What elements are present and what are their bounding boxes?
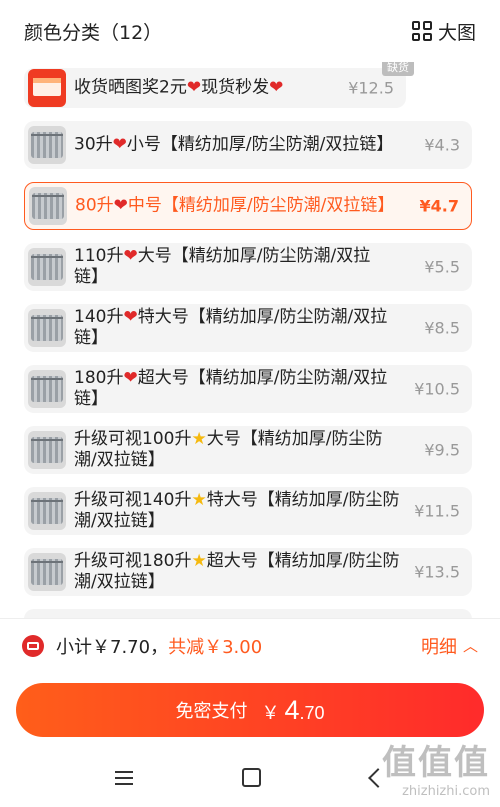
sku-option-30l[interactable]: 30升❤小号【精纺加厚/防尘防潮/双拉链】 ¥4.3 [24,121,472,169]
product-thumbnail [28,126,66,164]
menu-icon[interactable] [114,770,133,785]
sku-option-price: ¥13.5 [414,562,460,582]
checkout-bar: 小计￥7.70，共减￥3.00 明细 ︿ 免密支付 ￥ 4.70 值值值 zhi… [0,618,500,807]
pay-amount: ￥ 4.70 [261,695,324,726]
watermark-logo: 值值值 [382,743,490,783]
sku-option-visible-140l[interactable]: 升级可视140升★特大号【精纺加厚/防尘防潮/双拉链】 ¥11.5 [24,487,472,535]
sku-option-label: 30升❤小号【精纺加厚/防尘防潮/双拉链】 [74,134,394,155]
sku-option-visible-100l[interactable]: 升级可视100升★大号【精纺加厚/防尘防潮/双拉链】 ¥9.5 [24,426,472,474]
home-icon[interactable] [242,768,262,787]
sku-option-180l[interactable]: 180升❤超大号【精纺加厚/防尘防潮/双拉链】 ¥10.5 [24,365,472,413]
product-thumbnail [28,248,66,286]
sku-option-list[interactable]: 收货晒图奖2元❤现货秒发❤ ¥12.5 缺货 30升❤小号【精纺加厚/防尘防潮/… [0,62,500,618]
sku-option-price: ¥10.5 [414,379,460,399]
pay-amount-decimal: .70 [299,702,325,723]
password-free-pay-button[interactable]: 免密支付 ￥ 4.70 [16,683,484,737]
sku-option-price: ¥4.3 [424,135,460,155]
subtotal-amount: 小计￥7.70， [56,636,169,658]
product-thumbnail [28,431,66,469]
sku-option-label: 升级可视100升★大号【精纺加厚/防尘防潮/双拉链】 [74,429,383,470]
coupon-icon [22,634,44,657]
subtotal-text: 小计￥7.70，共减￥3.00 [56,633,262,659]
discount-amount: 共减￥3.00 [168,636,263,658]
sku-option-label: 110升❤大号【精纺加厚/防尘防潮/双拉链】 [74,246,371,287]
sku-option-visible-180l[interactable]: 升级可视180升★超大号【精纺加厚/防尘防潮/双拉链】 ¥13.5 [24,548,472,596]
sku-header: 颜色分类（12） 大图 [0,0,500,62]
sku-option-110l[interactable]: 110升❤大号【精纺加厚/防尘防潮/双拉链】 ¥5.5 [24,243,472,291]
sku-option-80l-selected[interactable]: 80升❤中号【精纺加厚/防尘防潮/双拉链】 ¥4.7 [24,182,472,230]
sku-option-price: ¥8.5 [424,318,460,338]
sku-option-price: ¥11.5 [414,501,460,521]
sku-option-price: ¥4.7 [419,196,459,216]
product-thumbnail [29,187,67,225]
pay-amount-integer: 4 [284,694,300,725]
sku-option-label: 收货晒图奖2元❤现货秒发❤ [74,77,284,98]
sku-option-price: ¥12.5 [348,78,394,98]
subtotal-row: 小计￥7.70，共减￥3.00 明细 ︿ [0,618,500,672]
sku-option-140l[interactable]: 140升❤特大号【精纺加厚/防尘防潮/双拉链】 ¥8.5 [24,304,472,352]
pay-label: 免密支付 [175,701,248,721]
sold-out-badge: 缺货 [382,62,414,76]
sku-option-promo[interactable]: 收货晒图奖2元❤现货秒发❤ ¥12.5 缺货 [24,62,414,108]
watermark-url: zhizhizhi.com [402,784,490,799]
sku-option-price: ¥5.5 [424,257,460,277]
product-thumbnail [28,553,66,591]
sku-count-title: 颜色分类（12） [24,21,163,44]
product-thumbnail [28,370,66,408]
sku-option-label: 140升❤特大号【精纺加厚/防尘防潮/双拉链】 [74,307,388,348]
detail-toggle-button[interactable]: 明细 ︿ [421,633,478,659]
pay-currency: ￥ [261,702,280,723]
large-view-toggle[interactable]: 大图 [411,18,476,45]
sku-option-label: 升级可视180升★超大号【精纺加厚/防尘防潮/双拉链】 [74,551,400,592]
grid-icon [411,21,432,41]
sku-option-label: 180升❤超大号【精纺加厚/防尘防潮/双拉链】 [74,368,388,409]
chevron-up-icon: ︿ [462,637,478,655]
large-view-label: 大图 [437,21,476,44]
subtotal-summary: 小计￥7.70，共减￥3.00 [22,633,262,659]
product-thumbnail [28,309,66,347]
sku-option-price: ¥9.5 [424,440,460,460]
watermark: 值值值 zhizhizhi.com [382,735,490,799]
sku-option-label: 80升❤中号【精纺加厚/防尘防潮/双拉链】 [75,195,395,216]
sku-option-label: 升级可视140升★特大号【精纺加厚/防尘防潮/双拉链】 [74,490,400,531]
product-thumbnail [28,492,66,530]
sku-option-partial[interactable] [24,609,472,618]
product-thumbnail [28,69,66,107]
detail-label: 明细 [420,636,457,658]
